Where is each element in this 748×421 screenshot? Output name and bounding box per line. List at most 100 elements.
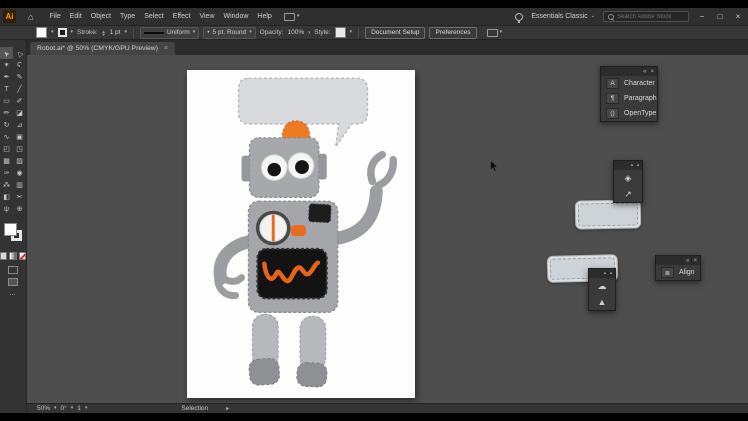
tool-rotate[interactable]: ↻ bbox=[0, 119, 13, 131]
tool-gradient[interactable]: ▨ bbox=[13, 155, 26, 167]
tool-pen[interactable]: ✒ bbox=[0, 71, 13, 83]
minimize-button[interactable]: − bbox=[697, 12, 707, 21]
collapse-panel-icon[interactable]: « bbox=[686, 258, 689, 264]
panel-item-paragraph[interactable]: ¶Paragraph bbox=[601, 91, 657, 106]
opacity-more[interactable]: › bbox=[308, 29, 310, 36]
tool-artboard[interactable]: ◧ bbox=[0, 191, 13, 203]
robot-arm-right[interactable] bbox=[334, 155, 394, 239]
menu-select[interactable]: Select bbox=[144, 13, 163, 20]
robot-leg-right[interactable] bbox=[300, 316, 326, 370]
gpu-performance-indicator[interactable]: ▾ bbox=[284, 13, 300, 21]
stroke-weight-stepper[interactable]: ▲▼ bbox=[102, 30, 106, 36]
close-panel-icon[interactable]: × bbox=[693, 258, 697, 264]
brush-definition-dropdown[interactable]: • 5 pt. Round ▾ bbox=[203, 27, 255, 39]
tool-lasso[interactable]: Ϛ bbox=[13, 59, 26, 71]
artboard-navigation[interactable]: 1 bbox=[77, 405, 81, 412]
stroke-color-swatch[interactable] bbox=[58, 28, 67, 37]
tool-paintbrush[interactable]: ✐ bbox=[13, 95, 26, 107]
status-arrow-icon[interactable]: ▸ bbox=[226, 405, 229, 412]
restore-button[interactable]: □ bbox=[715, 12, 725, 21]
menu-file[interactable]: File bbox=[49, 13, 60, 20]
tool-blend[interactable]: ◉ bbox=[13, 167, 26, 179]
home-icon[interactable]: ⌂ bbox=[28, 12, 33, 22]
drawing-mode-button[interactable] bbox=[8, 266, 18, 274]
edit-toolbar-icon[interactable]: … bbox=[9, 290, 17, 297]
screen-mode-button[interactable] bbox=[8, 278, 18, 286]
robot-screen[interactable] bbox=[257, 249, 326, 299]
robot-artwork[interactable] bbox=[187, 70, 415, 398]
robot-part-piece[interactable] bbox=[575, 199, 641, 229]
gradient-button[interactable] bbox=[9, 252, 16, 260]
tool-hand[interactable]: ψ bbox=[0, 203, 13, 215]
robot-gauge[interactable] bbox=[256, 211, 291, 246]
tool-width[interactable]: ∿ bbox=[0, 131, 13, 143]
robot-panel-patch[interactable] bbox=[308, 204, 331, 223]
tool-free-transform[interactable]: ▣ bbox=[13, 131, 26, 143]
fill-color-swatch[interactable] bbox=[36, 27, 47, 38]
menu-type[interactable]: Type bbox=[120, 13, 135, 20]
robot-foot-right[interactable] bbox=[296, 362, 327, 387]
lightbulb-icon[interactable] bbox=[515, 13, 523, 21]
export-selection-icon[interactable]: ↗ bbox=[614, 186, 642, 202]
tool-type[interactable]: T bbox=[0, 83, 13, 95]
tool-direct-selection[interactable]: ▷ bbox=[13, 47, 26, 59]
none-button[interactable] bbox=[19, 252, 26, 260]
robot-arm-left[interactable] bbox=[218, 241, 253, 296]
graphic-style-swatch[interactable] bbox=[335, 27, 346, 38]
close-panel-icon[interactable]: × bbox=[650, 69, 654, 75]
layers-icon[interactable]: ◈ bbox=[614, 170, 642, 186]
tool-rectangle[interactable]: ▭ bbox=[0, 95, 13, 107]
menu-view[interactable]: View bbox=[199, 13, 214, 20]
tool-zoom[interactable]: ⊕ bbox=[13, 203, 26, 215]
robot-foot-left[interactable] bbox=[249, 358, 280, 386]
tool-curvature[interactable]: ✎ bbox=[13, 71, 26, 83]
mini-panel-dock-2: ▪▪ ☁▲ bbox=[588, 268, 616, 311]
tool-column-graph[interactable]: ▥ bbox=[13, 179, 26, 191]
opacity-value[interactable]: 100% bbox=[287, 29, 304, 36]
panel-item-align[interactable]: ≣ Align bbox=[656, 265, 700, 280]
search-input[interactable] bbox=[617, 14, 687, 20]
tab-close-icon[interactable]: × bbox=[164, 45, 168, 52]
paintbrush-icon: ✐ bbox=[17, 98, 23, 105]
panel-item-character[interactable]: ACharacter bbox=[601, 76, 657, 91]
fill-indicator[interactable] bbox=[4, 223, 17, 236]
document-setup-button[interactable]: Document Setup bbox=[365, 27, 425, 39]
adobe-stock-search[interactable] bbox=[603, 11, 689, 22]
document-tab[interactable]: Robot.ai* @ 50% (CMYK/GPU Preview) × bbox=[30, 42, 175, 55]
zoom-level[interactable]: 50% bbox=[37, 405, 50, 412]
menu-help[interactable]: Help bbox=[257, 13, 271, 20]
tool-mesh[interactable]: ▦ bbox=[0, 155, 13, 167]
artboard[interactable] bbox=[187, 70, 415, 398]
tool-magic-wand[interactable]: ✶ bbox=[0, 59, 13, 71]
workspace-switcher[interactable]: Essentials Classic ⌄ bbox=[531, 13, 595, 20]
tool-eyedropper[interactable]: ✑ bbox=[0, 167, 13, 179]
close-button[interactable]: × bbox=[733, 12, 743, 21]
collapse-panel-icon[interactable]: « bbox=[643, 69, 646, 75]
robot-button[interactable] bbox=[291, 225, 306, 236]
tool-pencil[interactable]: ✏ bbox=[0, 107, 13, 119]
tool-eraser[interactable]: ◪ bbox=[13, 107, 26, 119]
canvas-pasteboard[interactable]: « × ACharacter¶Paragraph()OpenType ▪▪ ◈↗… bbox=[27, 55, 748, 403]
panel-item-opentype[interactable]: ()OpenType bbox=[601, 106, 657, 121]
control-panel-menu[interactable]: ▾ bbox=[487, 29, 503, 37]
tool-scale[interactable]: ⊿ bbox=[13, 119, 26, 131]
menu-effect[interactable]: Effect bbox=[173, 13, 191, 20]
menu-edit[interactable]: Edit bbox=[70, 13, 82, 20]
preferences-button[interactable]: Preferences bbox=[429, 27, 476, 39]
tool-perspective-grid[interactable]: ◳ bbox=[13, 143, 26, 155]
tool-slice[interactable]: ✂ bbox=[13, 191, 26, 203]
cloud-libraries-icon[interactable]: ☁ bbox=[589, 278, 615, 294]
rotation-value[interactable]: 0° bbox=[61, 405, 67, 412]
tool-shape-builder[interactable]: ◰ bbox=[0, 143, 13, 155]
rectangle-icon: ▭ bbox=[3, 98, 10, 105]
tool-selection[interactable]: ➤ bbox=[0, 47, 13, 59]
menu-object[interactable]: Object bbox=[91, 13, 111, 20]
menubar: File Edit Object Type Select Effect View Window… bbox=[49, 13, 271, 20]
tool-line-segment[interactable]: ╱ bbox=[13, 83, 26, 95]
menu-window[interactable]: Window bbox=[224, 13, 249, 20]
color-button[interactable] bbox=[0, 252, 7, 260]
asset-export-icon[interactable]: ▲ bbox=[589, 294, 615, 310]
variable-width-profile-dropdown[interactable]: Uniform ▾ bbox=[140, 27, 199, 39]
tool-symbol-sprayer[interactable]: ⁂ bbox=[0, 179, 13, 191]
stroke-weight-value[interactable]: 1 pt bbox=[110, 29, 121, 36]
